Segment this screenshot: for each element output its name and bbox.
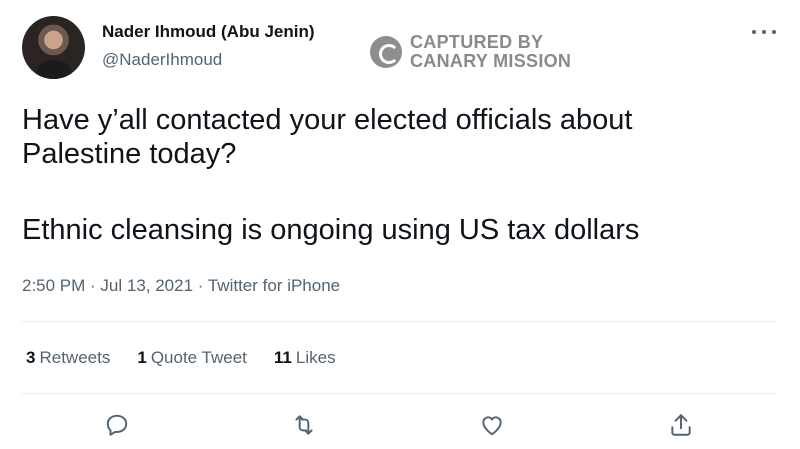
retweets-count: 3 <box>26 348 36 367</box>
tweet-actions <box>0 408 800 442</box>
retweets-label: Retweets <box>39 348 111 367</box>
retweet-icon <box>295 415 313 435</box>
tweet-stats: 3 Retweets 1 Quote Tweet 11 Likes <box>26 348 336 368</box>
likes-label: Likes <box>295 348 336 367</box>
share-button[interactable] <box>664 408 698 442</box>
tweet-line-2: Palestine today? <box>22 138 237 170</box>
quotes-count: 1 <box>137 348 147 367</box>
quotes-label: Quote Tweet <box>150 348 247 367</box>
tweet-line-1: Have y’all contacted your elected offici… <box>22 104 633 136</box>
like-button[interactable] <box>475 408 509 442</box>
canary-mission-watermark: CAPTURED BY CANARY MISSION <box>370 33 571 71</box>
like-icon <box>482 416 502 436</box>
watermark-line-2: CANARY MISSION <box>410 51 572 71</box>
tweet-timestamp[interactable]: 2:50 PM · Jul 13, 2021 · Twitter for iPh… <box>22 276 340 296</box>
more-icon[interactable] <box>752 26 776 38</box>
divider <box>22 321 776 322</box>
reply-button[interactable] <box>100 408 134 442</box>
canary-seal-icon <box>370 36 402 68</box>
likes-count: 11 <box>273 348 292 367</box>
watermark-line-1: CAPTURED BY <box>410 32 544 52</box>
tweet-text: Have y’all contacted your elected offici… <box>22 103 762 247</box>
likes-stat[interactable]: 11 Likes <box>274 348 336 368</box>
author-avatar[interactable] <box>22 16 85 79</box>
watermark-text: CAPTURED BY CANARY MISSION <box>410 33 571 71</box>
reply-icon <box>106 414 128 436</box>
tweet-line-3: Ethnic cleansing is ongoing using US tax… <box>22 214 640 246</box>
divider <box>22 393 776 394</box>
retweets-stat[interactable]: 3 Retweets <box>26 348 110 368</box>
quotes-stat[interactable]: 1 Quote Tweet <box>137 348 247 368</box>
author-handle[interactable]: @NaderIhmoud <box>102 50 222 70</box>
author-display-name[interactable]: Nader Ihmoud (Abu Jenin) <box>102 22 315 42</box>
retweet-button[interactable] <box>287 408 321 442</box>
share-icon <box>671 414 691 436</box>
